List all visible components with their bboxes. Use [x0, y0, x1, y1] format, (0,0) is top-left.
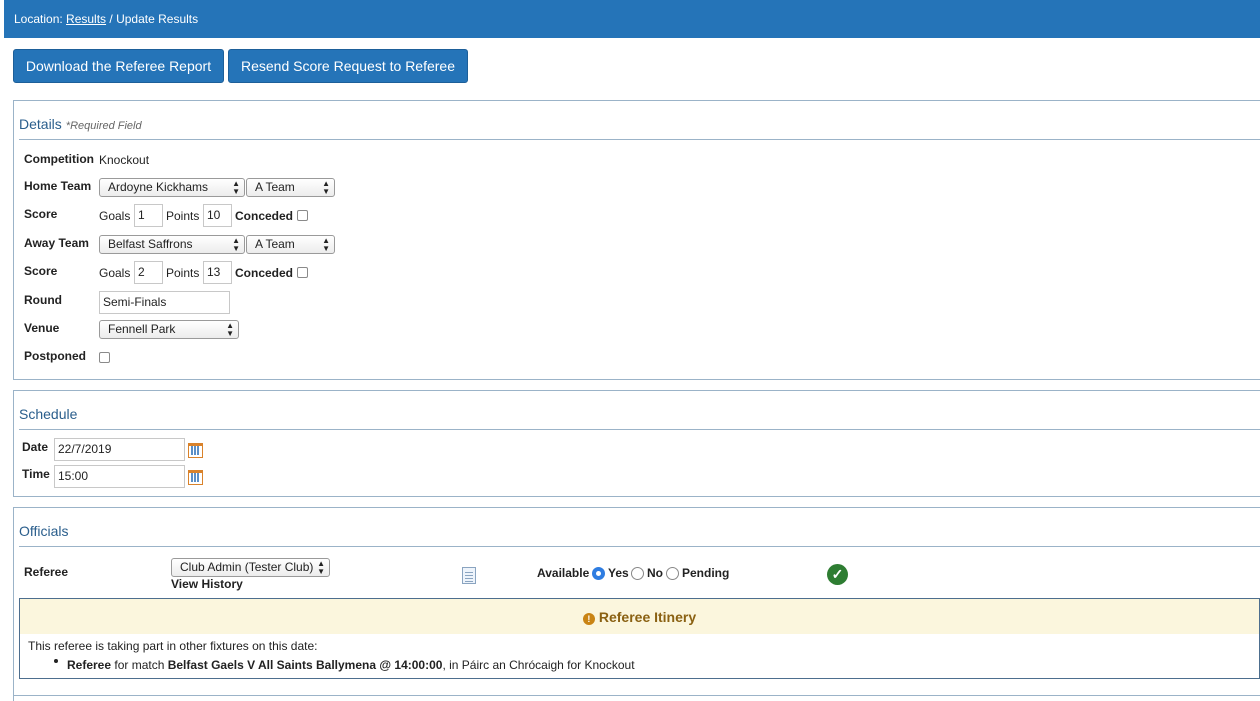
referee-itinerary: ! Referee Itinery This referee is taking … [19, 598, 1260, 679]
time-label: Time [22, 467, 50, 481]
schedule-title: Schedule [19, 406, 78, 422]
itinerary-title: ! Referee Itinery [20, 609, 1259, 625]
select-arrows-icon: ▲ ▼ [322, 179, 330, 196]
details-panel: Details *Required Field Competition Knock… [13, 100, 1260, 380]
postponed-label: Postponed [24, 349, 86, 363]
away-conceded-label: Conceded [235, 266, 294, 280]
home-club-select[interactable]: Ardoyne Kickhams ▲ ▼ [99, 178, 245, 197]
calendar-icon[interactable] [188, 470, 203, 485]
details-title: Details *Required Field [19, 116, 142, 132]
check-circle-icon: ✓ [827, 564, 848, 585]
away-club-value: Belfast Saffrons [108, 237, 193, 251]
itinerary-item: Referee for match Belfast Gaels V All Sa… [67, 658, 635, 672]
competition-value: Knockout [99, 153, 150, 167]
away-conceded-checkbox[interactable] [297, 267, 308, 278]
itinerary-item-role: Referee [67, 658, 112, 672]
schedule-panel: Schedule Date 22/7/2019 Time 15:00 [13, 390, 1260, 497]
away-score-label: Score [24, 264, 58, 278]
officials-divider [19, 546, 1260, 547]
competition-label: Competition [24, 152, 94, 166]
away-goals-input[interactable]: 2 [134, 261, 163, 284]
home-points-label: Points [166, 209, 200, 223]
location-prefix: Location: [14, 12, 63, 26]
home-club-value: Ardoyne Kickhams [108, 180, 209, 194]
itinerary-item-match: Belfast Gaels V All Saints Ballymena @ 1… [167, 658, 443, 672]
view-history-link[interactable]: View History [171, 577, 243, 591]
itinerary-header: ! Referee Itinery [20, 599, 1259, 634]
breadcrumb-current: / Update Results [109, 12, 199, 26]
home-conceded-checkbox[interactable] [297, 210, 308, 221]
available-pending-label: Pending [682, 566, 730, 580]
details-divider [19, 139, 1260, 140]
date-label: Date [22, 440, 49, 454]
next-panel-edge [13, 695, 1260, 701]
itinerary-title-text: Referee Itinery [598, 609, 697, 625]
schedule-divider [19, 429, 1260, 430]
venue-label: Venue [24, 321, 60, 335]
date-input[interactable]: 22/7/2019 [54, 438, 185, 461]
referee-select[interactable]: Club Admin (Tester Club) ▲ ▼ [171, 558, 330, 577]
home-conceded-label: Conceded [235, 209, 294, 223]
home-team-value: A Team [255, 180, 295, 194]
available-no-label: No [647, 566, 663, 580]
download-referee-report-button[interactable]: Download the Referee Report [13, 49, 224, 83]
details-title-text: Details [19, 116, 62, 132]
location-bar: Location: Results / Update Results [4, 0, 1260, 38]
document-icon[interactable] [462, 567, 476, 584]
venue-value: Fennell Park [108, 322, 176, 336]
round-input[interactable]: Semi-Finals [99, 291, 230, 314]
away-points-input[interactable]: 13 [203, 261, 232, 284]
home-goals-label: Goals [99, 209, 131, 223]
select-arrows-icon: ▲ ▼ [322, 236, 330, 253]
home-points-input[interactable]: 10 [203, 204, 232, 227]
available-pending-radio[interactable] [666, 567, 679, 580]
away-points-label: Points [166, 266, 200, 280]
away-club-select[interactable]: Belfast Saffrons ▲ ▼ [99, 235, 245, 254]
select-arrows-icon: ▲ ▼ [226, 321, 234, 338]
home-goals-input[interactable]: 1 [134, 204, 163, 227]
required-field-note: *Required Field [65, 120, 142, 132]
select-arrows-icon: ▲ ▼ [232, 236, 240, 253]
calendar-icon[interactable] [188, 443, 203, 458]
home-team-label: Home Team [24, 179, 92, 193]
available-yes-label: Yes [608, 566, 629, 580]
round-label: Round [24, 293, 62, 307]
select-arrows-icon: ▲ ▼ [317, 559, 325, 576]
available-yes-radio[interactable] [592, 567, 605, 580]
available-no-radio[interactable] [631, 567, 644, 580]
referee-value: Club Admin (Tester Club) [180, 560, 314, 574]
away-team-label: Away Team [24, 236, 89, 250]
referee-label: Referee [24, 565, 69, 579]
itinerary-item-for: for match [111, 658, 168, 672]
home-score-label: Score [24, 207, 58, 221]
postponed-checkbox[interactable] [99, 352, 110, 363]
itinerary-intro: This referee is taking part in other fix… [28, 639, 318, 653]
breadcrumb-results-link[interactable]: Results [66, 12, 106, 26]
list-bullet [54, 659, 58, 663]
away-team-select[interactable]: A Team ▲ ▼ [246, 235, 335, 254]
time-input[interactable]: 15:00 [54, 465, 185, 488]
warning-icon: ! [582, 613, 595, 625]
home-team-select[interactable]: A Team ▲ ▼ [246, 178, 335, 197]
away-team-value: A Team [255, 237, 295, 251]
select-arrows-icon: ▲ ▼ [232, 179, 240, 196]
available-label: Available [537, 566, 590, 580]
resend-score-request-button[interactable]: Resend Score Request to Referee [228, 49, 468, 83]
officials-title: Officials [19, 523, 69, 539]
itinerary-item-rest: , in Páirc an Chrócaigh for Knockout [442, 658, 635, 672]
venue-select[interactable]: Fennell Park ▲ ▼ [99, 320, 239, 339]
away-goals-label: Goals [99, 266, 131, 280]
